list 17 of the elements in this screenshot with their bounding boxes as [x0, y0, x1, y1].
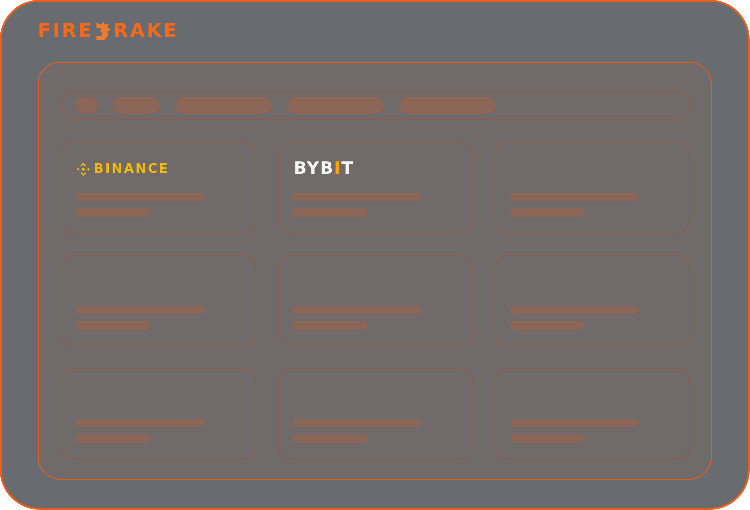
exchange-card[interactable]	[495, 142, 690, 234]
exchange-card[interactable]	[495, 255, 690, 347]
exchange-card[interactable]: BYBIT	[278, 142, 473, 234]
exchange-card[interactable]	[495, 368, 690, 460]
logo-text: FIRE	[38, 20, 94, 42]
binance-icon	[76, 162, 91, 177]
exchange-card[interactable]: BINANCE	[61, 142, 256, 234]
exchange-card[interactable]	[61, 255, 256, 347]
exchange-card[interactable]	[61, 368, 256, 460]
exchange-card[interactable]	[278, 368, 473, 460]
nav-placeholder	[113, 97, 160, 114]
nav-placeholder	[76, 97, 98, 114]
exchange-card[interactable]	[278, 255, 473, 347]
dragon-icon	[94, 21, 112, 41]
brand-logo: BINANCE	[94, 162, 170, 177]
brand-logo: BYBIT	[293, 159, 354, 180]
logo-text: RAKE	[114, 20, 179, 42]
